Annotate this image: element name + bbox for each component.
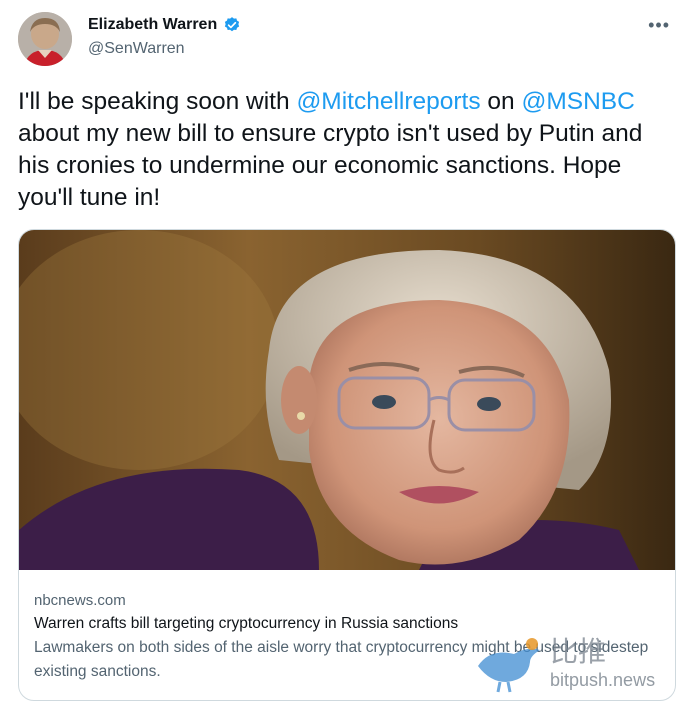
mention-link[interactable]: @Mitchellreports [296, 88, 480, 115]
avatar[interactable] [18, 12, 72, 66]
more-options-icon[interactable]: ••• [648, 16, 670, 34]
author-handle[interactable]: @SenWarren [88, 40, 185, 58]
watermark: 比推 bitpush.news [470, 630, 690, 700]
tweet-text-part: I'll be speaking soon with [18, 88, 297, 115]
verified-badge-icon [225, 17, 240, 32]
tweet-text: I'll be speaking soon with @Mitchellrepo… [18, 86, 678, 214]
watermark-brand-en: bitpush.news [550, 670, 656, 690]
display-name[interactable]: Elizabeth Warren [88, 16, 217, 34]
tweet-text-part: about my new bill to ensure crypto isn't… [18, 120, 643, 211]
watermark-brand-cn: 比推 [550, 635, 607, 668]
mention-link[interactable]: @MSNBC [521, 88, 634, 115]
bird-logo-icon [478, 638, 540, 693]
card-image [19, 230, 675, 570]
avatar-image [18, 12, 72, 66]
author-name-row[interactable]: Elizabeth Warren [88, 16, 241, 34]
tweet-text-part: on [480, 88, 522, 115]
tweet: Elizabeth Warren @SenWarren ••• I'll be … [0, 0, 700, 715]
card-domain: nbcnews.com [34, 592, 126, 609]
